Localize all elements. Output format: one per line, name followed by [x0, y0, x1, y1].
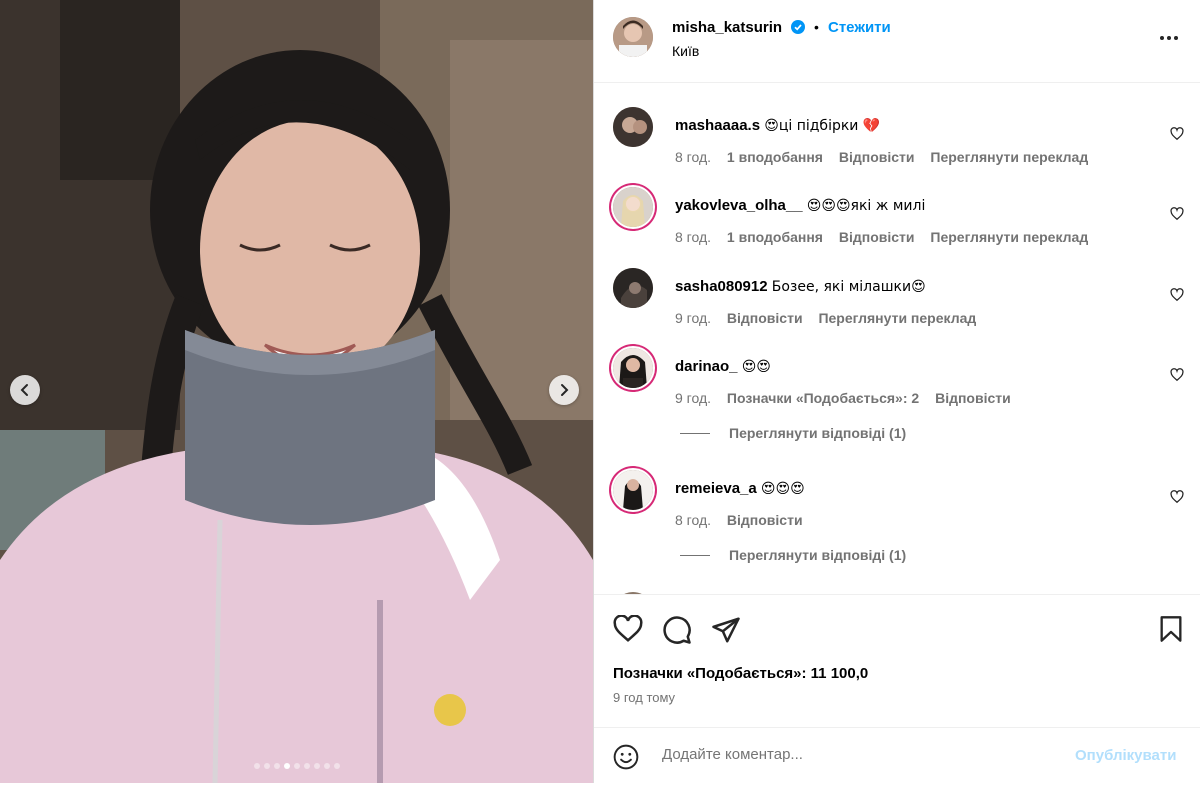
comment-text: 😍😍😍	[760, 481, 805, 497]
comment-time[interactable]: 9 год.	[675, 310, 711, 326]
reply-button[interactable]: Відповісти	[935, 390, 1011, 406]
post-timestamp[interactable]: 9 год тому	[613, 690, 675, 705]
post-side-panel: misha_katsurin • Стежити Київ mashaaaa.s…	[593, 0, 1200, 783]
commenter-avatar[interactable]	[613, 107, 653, 147]
comment-item: darinao_ 😍😍 9 год. Позначки «Подобається…	[594, 348, 1200, 418]
comment-item: remeieva_a 😍😍😍 8 год. Відповісти	[594, 470, 1200, 540]
carousel-dot	[283, 763, 290, 769]
comment-meta: 8 год. 1 вподобання Відповісти Перегляну…	[675, 149, 1100, 165]
comment-text-line: remeieva_a 😍😍😍	[675, 480, 805, 497]
comment-item: yakovleva_olha__ 😍😍😍які ж милі 8 год. 1 …	[594, 187, 1200, 257]
likes-count[interactable]: Позначки «Подобається»: 11 100,0	[613, 665, 868, 682]
carousel-dot	[293, 763, 300, 769]
post-location[interactable]: Київ	[672, 43, 699, 59]
reply-button[interactable]: Відповісти	[727, 310, 803, 326]
carousel-dot	[323, 763, 330, 769]
comment-likes-count[interactable]: 1 вподобання	[727, 149, 823, 165]
comment-username[interactable]: yakovleva_olha__	[675, 197, 803, 214]
comment-meta: 9 год. Позначки «Подобається»: 2 Відпові…	[675, 390, 1023, 406]
replies-divider	[680, 554, 710, 556]
comment-username[interactable]: mashaaaa.s	[675, 117, 760, 134]
chevron-left-icon	[20, 384, 28, 396]
comments-list[interactable]: mashaaaa.s 😍ці підбірки 💔 8 год. 1 вподо…	[594, 84, 1200, 594]
comment-username[interactable]: remeieva_a	[675, 480, 757, 497]
heart-icon[interactable]	[1170, 368, 1184, 382]
carousel-dot	[333, 763, 340, 769]
carousel-dot	[303, 763, 310, 769]
emoji-picker-icon[interactable]	[613, 744, 639, 770]
see-translation-button[interactable]: Переглянути переклад	[930, 149, 1088, 165]
heart-icon[interactable]	[1170, 288, 1184, 302]
reply-button[interactable]: Відповісти	[839, 229, 915, 245]
verified-badge-icon	[791, 20, 805, 34]
comment-input[interactable]	[662, 746, 1042, 763]
next-media-button[interactable]	[549, 375, 579, 405]
previous-media-button[interactable]	[10, 375, 40, 405]
add-comment-bar: Опублікувати	[594, 727, 1200, 786]
see-translation-button[interactable]: Переглянути переклад	[818, 310, 976, 326]
comment-username[interactable]: darinao_	[675, 358, 738, 375]
comment-text-line: sasha080912 Бозее, які мілашки😍	[675, 278, 926, 295]
author-username[interactable]: misha_katsurin	[672, 19, 782, 36]
replies-divider	[680, 432, 710, 434]
comment-text-line: darinao_ 😍😍	[675, 358, 771, 375]
heart-icon[interactable]	[1170, 127, 1184, 141]
commenter-avatar[interactable]	[613, 470, 653, 510]
heart-icon[interactable]	[1170, 207, 1184, 221]
comment-time[interactable]: 8 год.	[675, 512, 711, 528]
carousel-dot	[263, 763, 270, 769]
like-heart-icon[interactable]	[613, 615, 643, 643]
author-avatar[interactable]	[613, 17, 653, 57]
share-send-icon[interactable]	[711, 615, 741, 645]
comment-likes-count[interactable]: 1 вподобання	[727, 229, 823, 245]
carousel-dot	[273, 763, 280, 769]
comment-text-line: yakovleva_olha__ 😍😍😍які ж милі	[675, 197, 925, 214]
separator-bullet: •	[814, 19, 819, 35]
bookmark-save-icon[interactable]	[1159, 615, 1183, 643]
view-replies-button[interactable]: Переглянути відповіді (1)	[680, 425, 906, 441]
comment-text: 😍😍	[741, 359, 771, 375]
comment-text: 😍😍😍які ж милі	[806, 198, 926, 214]
commenter-avatar[interactable]	[613, 187, 653, 227]
post-media[interactable]	[0, 0, 593, 783]
comment-meta: 8 год. 1 вподобання Відповісти Перегляну…	[675, 229, 1100, 245]
comment-item: mashaaaa.s 😍ці підбірки 💔 8 год. 1 вподо…	[594, 107, 1200, 177]
post-header: misha_katsurin • Стежити Київ	[594, 0, 1200, 83]
post-actions: Позначки «Подобається»: 11 100,0 9 год т…	[594, 594, 1200, 785]
see-translation-button[interactable]: Переглянути переклад	[930, 229, 1088, 245]
view-replies-button[interactable]: Переглянути відповіді (1)	[680, 547, 906, 563]
more-options-icon[interactable]	[1159, 28, 1179, 48]
comment-bubble-icon[interactable]	[662, 615, 692, 645]
carousel-dot	[313, 763, 320, 769]
comment-time[interactable]: 8 год.	[675, 149, 711, 165]
comment-time[interactable]: 9 год.	[675, 390, 711, 406]
comment-item: sasha080912 Бозее, які мілашки😍 9 год. В…	[594, 268, 1200, 338]
media-carousel-dots	[0, 763, 593, 769]
comment-text-line: mashaaaa.s 😍ці підбірки 💔	[675, 117, 880, 134]
comment-username[interactable]: sasha080912	[675, 278, 768, 295]
comment-text: Бозее, які мілашки😍	[771, 279, 926, 295]
comment-text: 😍ці підбірки 💔	[764, 118, 881, 134]
comment-meta: 9 год. Відповісти Переглянути переклад	[675, 310, 988, 326]
comment-likes-count[interactable]: Позначки «Подобається»: 2	[727, 390, 919, 406]
post-comment-button[interactable]: Опублікувати	[1075, 747, 1176, 764]
commenter-avatar[interactable]	[613, 268, 653, 308]
carousel-dot	[253, 763, 260, 769]
comment-time[interactable]: 8 год.	[675, 229, 711, 245]
view-replies-label: Переглянути відповіді (1)	[729, 547, 907, 563]
commenter-avatar[interactable]	[613, 348, 653, 388]
view-replies-label: Переглянути відповіді (1)	[729, 425, 907, 441]
comment-meta: 8 год. Відповісти	[675, 512, 815, 528]
post-photo	[0, 0, 593, 783]
reply-button[interactable]: Відповісти	[839, 149, 915, 165]
chevron-right-icon	[561, 384, 569, 396]
follow-button[interactable]: Стежити	[828, 19, 891, 36]
reply-button[interactable]: Відповісти	[727, 512, 803, 528]
heart-icon[interactable]	[1170, 490, 1184, 504]
